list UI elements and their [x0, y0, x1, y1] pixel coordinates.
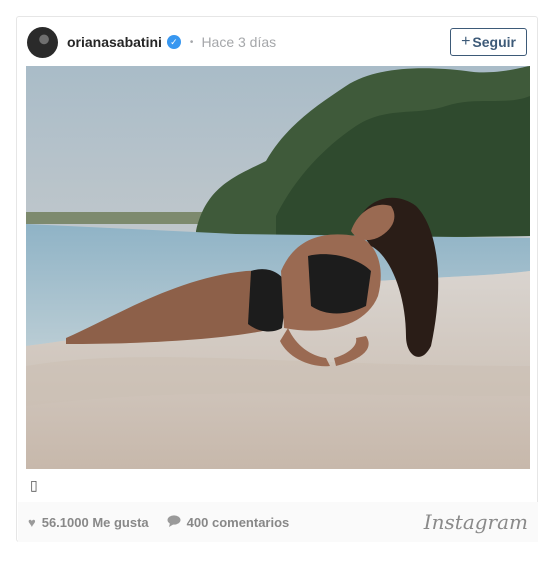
post-caption: ▯	[30, 477, 38, 493]
verified-check-icon: ✓	[166, 35, 181, 49]
likes-count[interactable]: ♥ 56.1000 Me gusta	[28, 515, 149, 530]
beach-photo-illustration	[26, 66, 530, 469]
follow-label: Seguir	[472, 34, 516, 50]
comments-label: 400 comentarios	[186, 514, 290, 530]
post-header: orianasabatini ✓ • Hace 3 días + Seguir	[17, 17, 537, 67]
post-photo[interactable]	[26, 66, 530, 469]
plus-icon: +	[461, 33, 471, 50]
follow-button[interactable]: + Seguir	[450, 28, 527, 56]
post-time[interactable]: Hace 3 días	[201, 34, 276, 50]
instagram-logo[interactable]: Instagram	[424, 510, 528, 534]
username-link[interactable]: orianasabatini	[67, 34, 162, 50]
comments-count[interactable]: 400 comentarios	[167, 514, 290, 530]
likes-label: 56.1000 Me gusta	[41, 514, 149, 530]
post-footer: ♥ 56.1000 Me gusta 400 comentarios Insta…	[18, 502, 538, 542]
separator-dot: •	[189, 36, 194, 48]
avatar[interactable]	[27, 26, 58, 58]
instagram-embed-card: orianasabatini ✓ • Hace 3 días + Seguir	[16, 16, 538, 542]
heart-icon: ♥	[28, 514, 36, 530]
comment-bubble-icon	[167, 514, 181, 530]
